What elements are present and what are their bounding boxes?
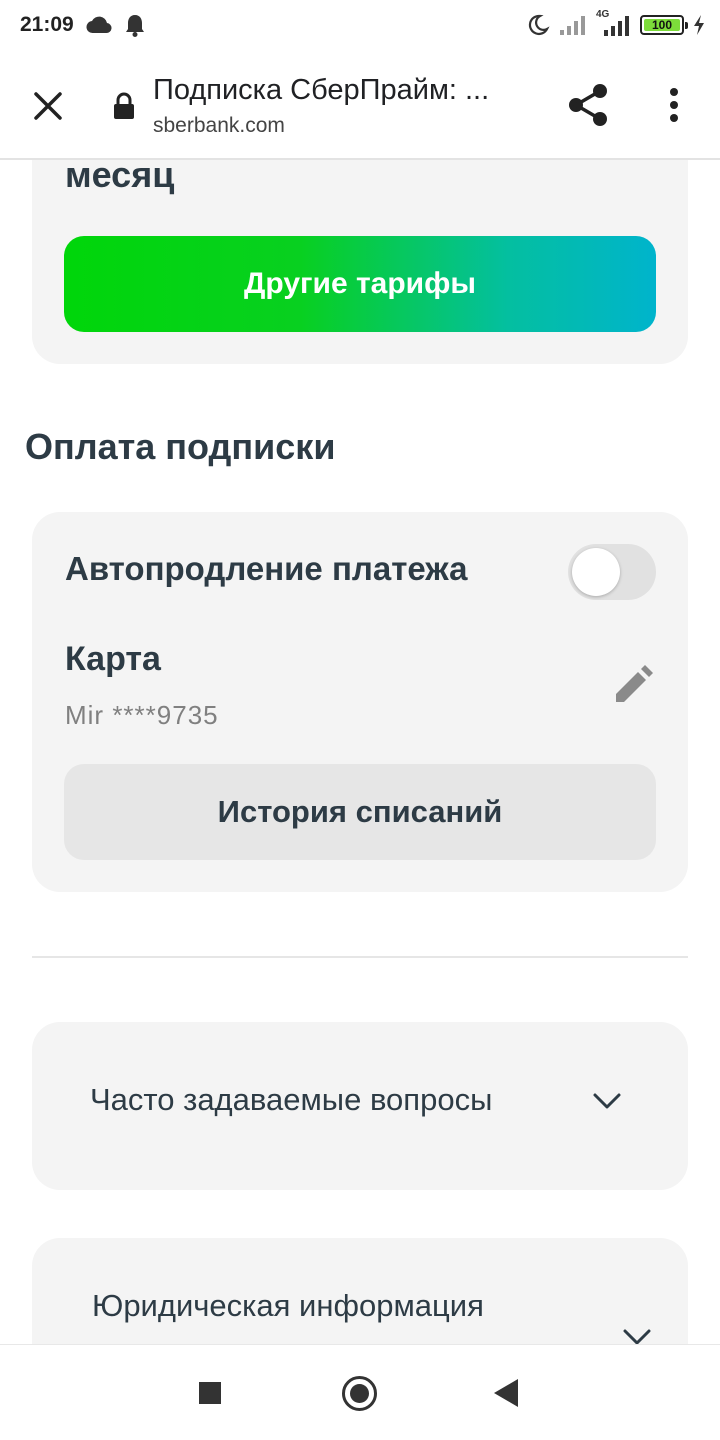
charging-icon bbox=[694, 15, 704, 35]
signal-4g-icon: 4G bbox=[596, 9, 632, 37]
home-icon[interactable] bbox=[342, 1376, 377, 1411]
lock-icon bbox=[114, 92, 134, 119]
payment-history-button[interactable]: История списаний bbox=[64, 764, 656, 860]
close-button[interactable] bbox=[22, 80, 74, 132]
system-indicators: 4G 100 bbox=[526, 0, 706, 50]
card-label: Карта bbox=[65, 640, 161, 678]
share-icon[interactable] bbox=[565, 82, 611, 128]
card-number: Mir ****9735 bbox=[65, 700, 219, 730]
toggle-knob bbox=[572, 548, 620, 596]
moon-icon bbox=[528, 14, 550, 36]
notification-icons bbox=[86, 13, 146, 37]
other-tariffs-button[interactable]: Другие тарифы bbox=[64, 236, 656, 332]
faq-label: Часто задаваемые вопросы bbox=[90, 1082, 493, 1117]
divider bbox=[32, 956, 688, 958]
legal-label: Юридическая информация bbox=[92, 1288, 484, 1323]
cloud-icon bbox=[86, 16, 112, 34]
back-icon[interactable] bbox=[494, 1379, 518, 1407]
autorenew-label: Автопродление платежа bbox=[65, 550, 468, 587]
browser-toolbar: Подписка СберПрайм: ... sberbank.com bbox=[0, 50, 720, 160]
close-icon bbox=[34, 92, 62, 120]
page-url[interactable]: sberbank.com bbox=[153, 114, 285, 138]
battery-percent: 100 bbox=[651, 18, 673, 32]
more-vert-icon[interactable] bbox=[660, 84, 688, 126]
page-title[interactable]: Подписка СберПрайм: ... bbox=[153, 74, 533, 107]
status-time: 21:09 bbox=[20, 13, 74, 36]
payment-card: Автопродление платежа Карта Mir ****9735… bbox=[32, 512, 688, 892]
status-bar: 21:09 4G 100 bbox=[0, 0, 720, 50]
signal-icon bbox=[560, 16, 585, 35]
chevron-down-icon bbox=[593, 1093, 621, 1109]
bell-icon bbox=[125, 15, 144, 37]
recents-icon[interactable] bbox=[199, 1382, 221, 1404]
autorenew-toggle[interactable] bbox=[568, 544, 656, 600]
battery-icon: 100 bbox=[640, 15, 688, 35]
edit-icon[interactable] bbox=[610, 664, 654, 708]
faq-accordion[interactable]: Часто задаваемые вопросы bbox=[32, 1022, 688, 1190]
payment-section-title: Оплата подписки bbox=[25, 426, 336, 467]
system-nav-bar bbox=[0, 1344, 720, 1440]
tariff-period: месяц bbox=[65, 154, 175, 195]
